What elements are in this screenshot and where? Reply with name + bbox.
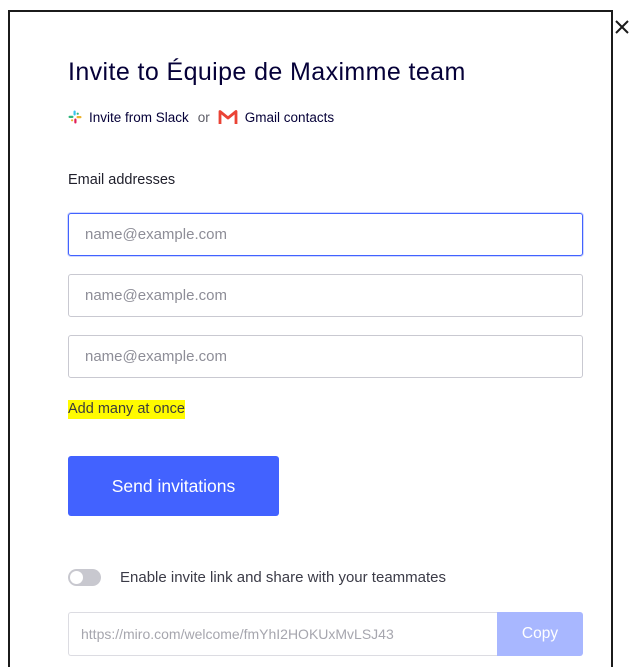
add-many-at-once-link[interactable]: Add many at once bbox=[68, 400, 185, 419]
invite-dialog: Invite to Équipe de Maximme team Invite … bbox=[0, 0, 632, 667]
gmail-link-label: Gmail contacts bbox=[244, 109, 335, 125]
email-addresses-label: Email addresses bbox=[68, 172, 176, 188]
send-invitations-button[interactable]: Send invitations bbox=[68, 456, 279, 516]
email-field-2[interactable] bbox=[68, 274, 583, 317]
invite-link-toggle-label: Enable invite link and share with your t… bbox=[120, 568, 447, 586]
dialog-border-top bbox=[8, 10, 613, 12]
email-field-1[interactable] bbox=[68, 213, 583, 256]
invite-link-row: Copy bbox=[68, 612, 583, 656]
invite-from-slack-link[interactable]: Invite from Slack bbox=[68, 110, 189, 125]
invite-link-toggle-row: Enable invite link and share with your t… bbox=[68, 565, 446, 589]
import-options: Invite from Slack or Gmail contacts bbox=[68, 106, 334, 128]
toggle-knob bbox=[70, 570, 83, 584]
copy-link-button[interactable]: Copy bbox=[497, 612, 583, 656]
or-separator: or bbox=[197, 109, 210, 125]
dialog-border-right bbox=[611, 10, 613, 667]
email-field-3[interactable] bbox=[68, 335, 583, 378]
slack-icon bbox=[68, 110, 82, 124]
slack-link-label: Invite from Slack bbox=[89, 109, 189, 125]
dialog-title: Invite to Équipe de Maximme team bbox=[68, 58, 466, 86]
gmail-contacts-link[interactable]: Gmail contacts bbox=[218, 109, 334, 125]
dialog-border-left bbox=[8, 10, 10, 667]
invite-link-field[interactable] bbox=[68, 612, 497, 656]
invite-link-toggle[interactable] bbox=[68, 568, 101, 586]
gmail-icon bbox=[218, 110, 238, 124]
close-icon[interactable] bbox=[613, 18, 631, 36]
